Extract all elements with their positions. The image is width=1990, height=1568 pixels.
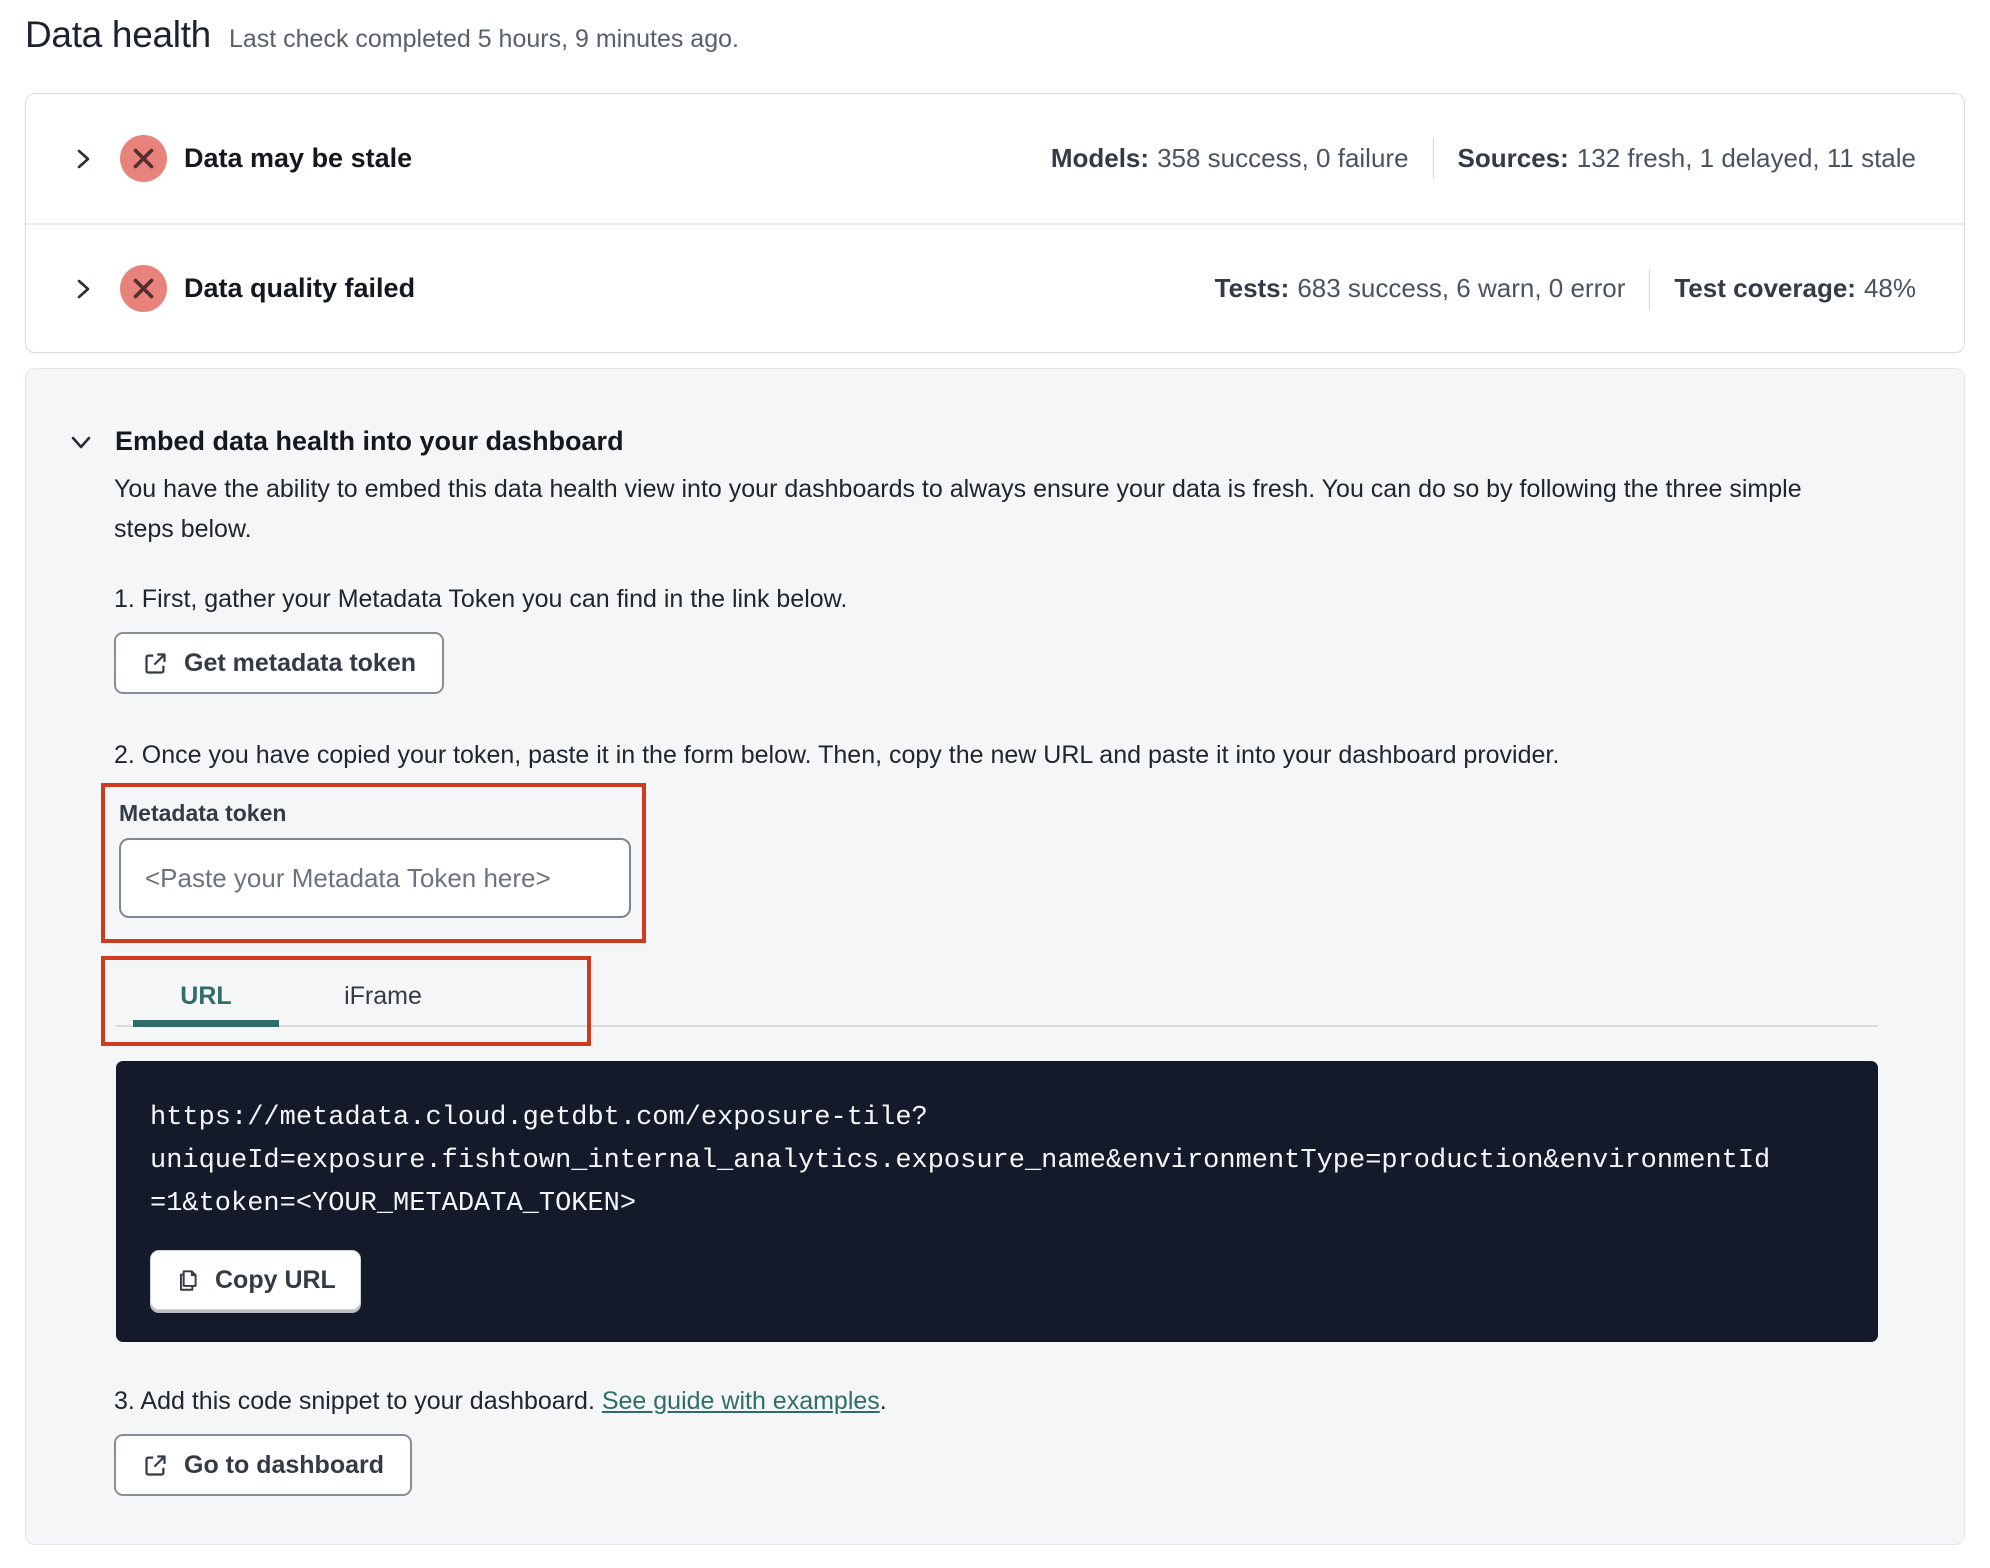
tests-stat-label: Tests: [1214, 273, 1290, 303]
metadata-token-annotation-box: Metadata token [101, 783, 646, 943]
error-status-icon [120, 135, 167, 182]
go-to-dashboard-button[interactable]: Go to dashboard [114, 1434, 412, 1496]
models-stat-value: 358 success, 0 failure [1157, 143, 1409, 173]
data-health-page: Data health Last check completed 5 hours… [0, 0, 1990, 1568]
status-row-data-stale[interactable]: Data may be stale Models: 358 success, 0 … [26, 94, 1964, 223]
get-metadata-token-label: Get metadata token [184, 648, 417, 677]
tab-iframe[interactable]: iFrame [293, 960, 473, 1042]
get-metadata-token-button[interactable]: Get metadata token [114, 632, 445, 694]
copy-url-button[interactable]: Copy URL [150, 1250, 361, 1310]
step-3-text: 3. Add this code snippet to your dashboa… [114, 1387, 1964, 1416]
page-header: Data health Last check completed 5 hours… [25, 14, 1965, 56]
step-3-text-after: . [879, 1387, 887, 1415]
test-coverage-stat: Test coverage: 48% [1674, 273, 1916, 304]
status-row-stats: Tests: 683 success, 6 warn, 0 error Test … [1215, 268, 1916, 309]
models-stat: Models: 358 success, 0 failure [1051, 143, 1409, 174]
copy-url-label: Copy URL [215, 1265, 336, 1294]
tabs-annotation-box: URL iFrame [101, 956, 591, 1046]
test-coverage-stat-label: Test coverage: [1674, 273, 1856, 303]
models-stat-label: Models: [1050, 143, 1150, 173]
embed-section-toggle[interactable]: Embed data health into your dashboard [69, 426, 1964, 457]
embed-url-line: https://metadata.cloud.getdbt.com/exposu… [150, 1103, 928, 1133]
sources-stat-label: Sources: [1457, 143, 1569, 173]
active-tab-underline [133, 1020, 279, 1027]
go-to-dashboard-label: Go to dashboard [184, 1450, 384, 1479]
sources-stat: Sources: 132 fresh, 1 delayed, 11 stale [1458, 143, 1916, 174]
stats-divider [1432, 138, 1434, 179]
status-row-data-quality[interactable]: Data quality failed Tests: 683 success, 6… [26, 223, 1964, 352]
chevron-right-icon [77, 279, 90, 298]
embed-url-code-block: https://metadata.cloud.getdbt.com/exposu… [116, 1061, 1878, 1342]
stats-divider [1649, 268, 1651, 309]
embed-url-line: =1&token=<YOUR_METADATA_TOKEN> [150, 1189, 637, 1219]
copy-icon [179, 1270, 197, 1291]
external-link-icon [145, 652, 166, 674]
step-2-text: 2. Once you have copied your token, past… [114, 741, 1560, 769]
metadata-token-label: Metadata token [119, 800, 287, 826]
tests-stat: Tests: 683 success, 6 warn, 0 error [1215, 273, 1626, 304]
tab-url[interactable]: URL [133, 960, 279, 1042]
tab-url-label: URL [180, 982, 232, 1010]
embed-section: Embed data health into your dashboard Yo… [25, 368, 1965, 1545]
external-link-icon [145, 1454, 166, 1476]
tab-iframe-label: iFrame [344, 982, 422, 1010]
embed-description: You have the ability to embed this data … [114, 475, 1802, 543]
step-3-text-before: 3. Add this code snippet to your dashboa… [114, 1387, 602, 1415]
test-coverage-stat-value: 48% [1863, 273, 1916, 303]
chevron-down-icon [71, 436, 91, 448]
embed-url-line: uniqueId=exposure.fishtown_internal_anal… [150, 1146, 1771, 1176]
chevron-right-icon [77, 149, 90, 168]
last-check-status: Last check completed 5 hours, 9 minutes … [228, 25, 739, 53]
sources-stat-value: 132 fresh, 1 delayed, 11 stale [1576, 143, 1916, 173]
output-tabs-row: URL iFrame [26, 956, 1964, 1046]
embed-section-title: Embed data health into your dashboard [115, 426, 624, 456]
status-row-title: Data quality failed [184, 273, 416, 303]
status-row-title: Data may be stale [184, 143, 413, 173]
step-1-text: 1. First, gather your Metadata Token you… [114, 585, 848, 613]
status-card: Data may be stale Models: 358 success, 0 … [25, 93, 1965, 353]
metadata-token-input[interactable] [119, 838, 631, 918]
tests-stat-value: 683 success, 6 warn, 0 error [1297, 273, 1626, 303]
status-row-stats: Models: 358 success, 0 failure Sources: 13… [1051, 138, 1916, 179]
error-status-icon [120, 265, 167, 312]
see-guide-link[interactable]: See guide with examples [602, 1387, 880, 1415]
page-title: Data health [25, 14, 211, 55]
